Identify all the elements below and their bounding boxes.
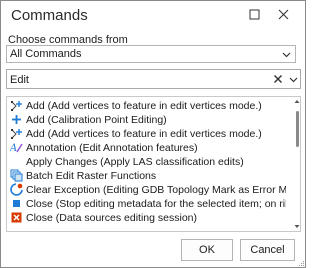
commands-list: Add (Add vertices to feature in edit ver…	[6, 96, 301, 232]
close-button[interactable]	[273, 5, 295, 25]
add-vertex-icon	[11, 101, 22, 111]
search-box	[6, 69, 301, 89]
scroll-thumb[interactable]	[296, 111, 299, 147]
list-item-label: Annotation (Edit Annotation features)	[26, 142, 198, 154]
clear-exception-icon	[10, 183, 23, 196]
list-item-label: Add (Add vertices to feature in edit ver…	[26, 100, 262, 112]
list-item[interactable]: Batch Edit Raster Functions	[7, 169, 285, 182]
list-item-label: Batch Edit Raster Functions	[26, 170, 157, 182]
batch-raster-icon	[10, 169, 23, 182]
add-plus-icon	[12, 115, 21, 124]
chevron-down-icon	[282, 52, 291, 58]
add-vertex-icon	[11, 129, 22, 139]
chevron-down-icon[interactable]	[288, 74, 299, 85]
list-item[interactable]: Close (Stop editing metadata for the sel…	[7, 197, 286, 210]
list-item-label: Close (Stop editing metadata for the sel…	[26, 198, 286, 210]
title-bar: Commands	[1, 1, 305, 31]
list-item-label: Clear Exception (Editing GDB Topology Ma…	[26, 184, 286, 196]
list-scrollbar[interactable]	[294, 97, 300, 231]
list-item[interactable]: Add (Add vertices to feature in edit ver…	[7, 127, 285, 140]
maximize-icon	[249, 9, 260, 20]
list-item-label: Add (Calibration Point Editing)	[26, 114, 167, 126]
search-input[interactable]	[10, 73, 260, 86]
list-item[interactable]: Clear Exception (Editing GDB Topology Ma…	[7, 183, 286, 196]
commands-dialog: Commands Choose commands from All Comman…	[0, 0, 306, 268]
command-source-value: All Commands	[10, 48, 82, 60]
list-item[interactable]: Add (Add vertices to feature in edit ver…	[7, 99, 285, 112]
list-item[interactable]: Apply Changes (Apply LAS classification …	[7, 155, 285, 168]
scroll-down-icon[interactable]	[294, 224, 300, 229]
list-item-label: Close (Data sources editing session)	[26, 212, 197, 224]
svg-text:A: A	[10, 143, 17, 154]
annotation-icon: A	[10, 143, 23, 154]
list-item[interactable]: Add (Calibration Point Editing)	[7, 113, 285, 126]
close-red-icon	[11, 212, 22, 223]
list-item-label: Apply Changes (Apply LAS classification …	[26, 156, 244, 168]
command-source-select[interactable]: All Commands	[6, 45, 296, 63]
maximize-button[interactable]	[244, 5, 266, 25]
list-item[interactable]: A Annotation (Edit Annotation features)	[7, 141, 285, 154]
close-icon	[278, 9, 289, 20]
resize-grip-icon[interactable]	[297, 259, 305, 267]
list-item[interactable]: Close (Data sources editing session)	[7, 211, 285, 224]
ok-button[interactable]: OK	[181, 239, 233, 261]
scroll-up-icon[interactable]	[294, 99, 300, 104]
close-metadata-icon	[13, 200, 20, 207]
dialog-title: Commands	[11, 7, 88, 24]
clear-search-icon[interactable]	[273, 74, 283, 84]
cancel-button[interactable]: Cancel	[240, 239, 295, 261]
list-item-label: Add (Add vertices to feature in edit ver…	[26, 128, 262, 140]
